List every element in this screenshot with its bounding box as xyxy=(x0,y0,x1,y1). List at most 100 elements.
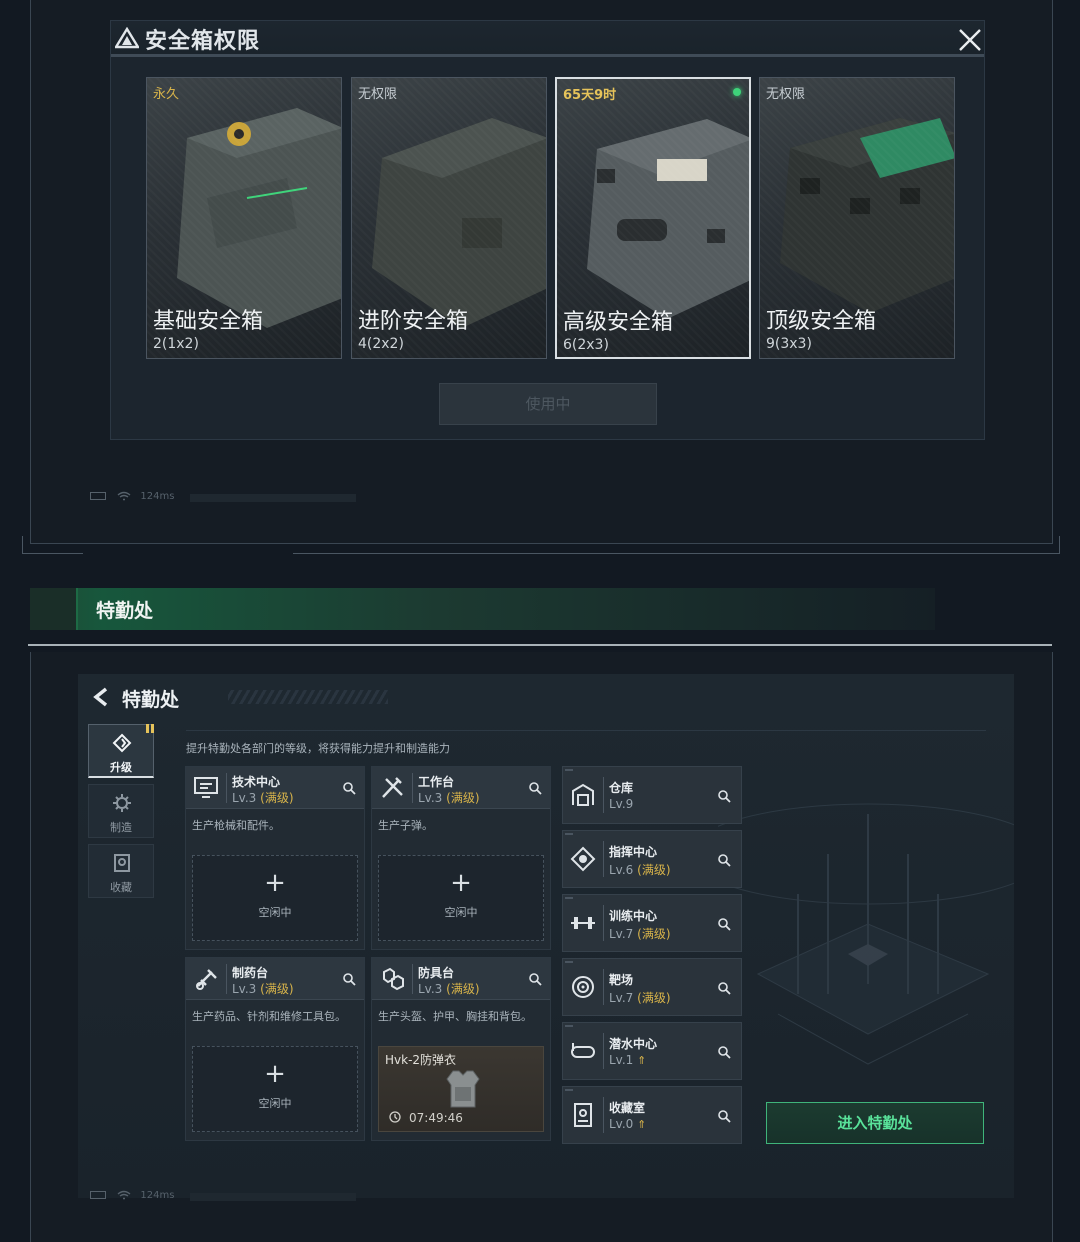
facility-name: 制药台 xyxy=(232,966,269,980)
safebox-card-premium[interactable]: 65天9时 高级安全箱 6(2x3) xyxy=(555,77,751,359)
computer-icon xyxy=(194,777,218,798)
facility-list-collection-room[interactable]: 收藏室 Lv.0 ⇑ xyxy=(562,1086,742,1144)
frame-corner-line xyxy=(22,536,1060,556)
search-icon[interactable] xyxy=(717,853,731,867)
upgradable-icon: ⇑ xyxy=(637,1118,647,1131)
tab-label: 升级 xyxy=(110,761,132,774)
craft-slot-empty[interactable]: + 空闲中 xyxy=(192,1046,358,1132)
facility-name: 仓库 xyxy=(609,781,634,795)
facility-card-armor-bench: 防具台 Lv.3 (满级) 生产头盔、护甲、胸挂和背包。 Hvk-2防弹衣 07… xyxy=(371,957,551,1141)
facility-card-pharmacy: 制药台 Lv.3 (满级) 生产药品、针剂和维修工具包。 + 空闲中 xyxy=(185,957,365,1141)
facility-level: Lv.3 (满级) xyxy=(232,982,294,996)
facility-list-warehouse[interactable]: 仓库 Lv.9 xyxy=(562,766,742,824)
add-icon: + xyxy=(264,1059,286,1089)
craft-timer: 07:49:46 xyxy=(409,1111,463,1125)
search-icon[interactable] xyxy=(717,981,731,995)
search-icon[interactable] xyxy=(717,1045,731,1059)
search-icon[interactable] xyxy=(528,781,542,795)
card-tag: 65天9时 xyxy=(563,88,617,103)
facility-card-workbench: 工作台 Lv.3 (满级) 生产子弹。 + 空闲中 xyxy=(371,766,551,950)
tab-collection[interactable]: 收藏 xyxy=(88,844,154,898)
facility-description: 生产药品、针剂和维修工具包。 xyxy=(192,1010,346,1023)
card-size: 4(2x2) xyxy=(358,336,404,352)
section-title: 特勤处 xyxy=(96,600,154,622)
ping-text: 124ms xyxy=(140,1190,175,1201)
card-size: 2(1x2) xyxy=(153,336,199,352)
wifi-icon xyxy=(117,491,131,501)
search-icon[interactable] xyxy=(342,972,356,986)
collection-icon xyxy=(114,854,130,872)
card-tag: 无权限 xyxy=(358,87,398,102)
description-divider xyxy=(186,730,986,731)
command-icon xyxy=(570,846,596,872)
modal-title: 安全箱权限 xyxy=(145,29,261,54)
battery-icon xyxy=(90,1191,106,1199)
gear-icon xyxy=(113,794,131,812)
dumbbell-icon xyxy=(571,917,595,929)
status-track xyxy=(190,1193,356,1201)
enter-hq-button[interactable]: 进入特勤处 xyxy=(766,1102,984,1144)
card-size: 6(2x3) xyxy=(563,337,609,353)
craft-slot-active[interactable]: Hvk-2防弹衣 07:49:46 xyxy=(378,1046,544,1132)
add-icon: + xyxy=(450,868,472,898)
facility-level: Lv.7 (满级) xyxy=(609,927,671,941)
hq-building-illustration xyxy=(718,803,1014,1065)
facility-name: 潜水中心 xyxy=(609,1037,658,1051)
slot-status: 空闲中 xyxy=(258,1097,292,1110)
wifi-icon xyxy=(117,1190,131,1200)
body-armor-icon xyxy=(446,1070,480,1108)
search-icon[interactable] xyxy=(717,1109,731,1123)
status-bar-bottom: 124ms xyxy=(90,1190,370,1204)
facility-name: 训练中心 xyxy=(609,909,658,923)
status-bar: 124ms xyxy=(90,491,370,505)
active-indicator xyxy=(733,88,741,96)
facility-list-training-center[interactable]: 训练中心 Lv.7 (满级) xyxy=(562,894,742,952)
facility-name: 防具台 xyxy=(418,966,455,980)
card-name: 进阶安全箱 xyxy=(358,309,469,334)
craft-slot-empty[interactable]: + 空闲中 xyxy=(378,855,544,941)
tab-upgrade[interactable]: 升级 xyxy=(88,724,154,778)
card-name: 高级安全箱 xyxy=(563,310,674,335)
craft-slot-empty[interactable]: + 空闲中 xyxy=(192,855,358,941)
tab-label: 收藏 xyxy=(110,881,132,894)
hq-description: 提升特勤处各部门的等级，将获得能力提升和制造能力 xyxy=(186,742,450,755)
upgrade-icon xyxy=(112,733,132,753)
facility-name: 工作台 xyxy=(418,775,455,789)
card-tag: 永久 xyxy=(153,87,180,102)
battery-icon xyxy=(90,492,106,500)
tab-craft[interactable]: 制造 xyxy=(88,784,154,838)
tab-badge-icon xyxy=(146,724,154,733)
in-use-button[interactable]: 使用中 xyxy=(439,383,657,425)
facility-list-shooting-range[interactable]: 靶场 Lv.7 (满级) xyxy=(562,958,742,1016)
safebox-modal: 安全箱权限 永久 基础安全箱 2(1x2) 无权限 进阶安全箱 4(2x2) 6… xyxy=(110,20,985,440)
section-header-bar xyxy=(30,588,935,630)
facility-level: Lv.3 (满级) xyxy=(232,791,294,805)
facility-level: Lv.3 (满级) xyxy=(418,791,480,805)
slot-status: 空闲中 xyxy=(258,906,292,919)
facility-level: Lv.0 ⇑ xyxy=(609,1117,647,1131)
safebox-card-basic[interactable]: 永久 基础安全箱 2(1x2) xyxy=(146,77,342,359)
close-icon[interactable] xyxy=(957,27,983,53)
card-tag: 无权限 xyxy=(766,87,806,102)
slot-status: 空闲中 xyxy=(444,906,478,919)
warning-icon xyxy=(115,27,139,49)
safebox-card-advanced[interactable]: 无权限 进阶安全箱 4(2x2) xyxy=(351,77,547,359)
target-icon xyxy=(572,976,594,998)
search-icon[interactable] xyxy=(717,789,731,803)
facility-level: Lv.6 (满级) xyxy=(609,863,671,877)
safebox-card-top[interactable]: 无权限 顶级安全箱 9(3x3) xyxy=(759,77,955,359)
back-icon[interactable] xyxy=(90,686,112,708)
facility-card-tech-center: 技术中心 Lv.3 (满级) 生产枪械和配件。 + 空闲中 xyxy=(185,766,365,950)
search-icon[interactable] xyxy=(342,781,356,795)
facility-list-command-center[interactable]: 指挥中心 Lv.6 (满级) xyxy=(562,830,742,888)
search-icon[interactable] xyxy=(717,917,731,931)
search-icon[interactable] xyxy=(528,972,542,986)
armor-icon xyxy=(383,967,404,991)
ping-text: 124ms xyxy=(140,491,175,502)
status-track xyxy=(190,494,356,502)
facility-list-dive-center[interactable]: 潜水中心 Lv.1 ⇑ xyxy=(562,1022,742,1080)
facility-level: Lv.3 (满级) xyxy=(418,982,480,996)
hq-title: 特勤处 xyxy=(122,689,180,711)
section-divider xyxy=(28,644,1052,646)
title-decoration xyxy=(228,690,388,704)
